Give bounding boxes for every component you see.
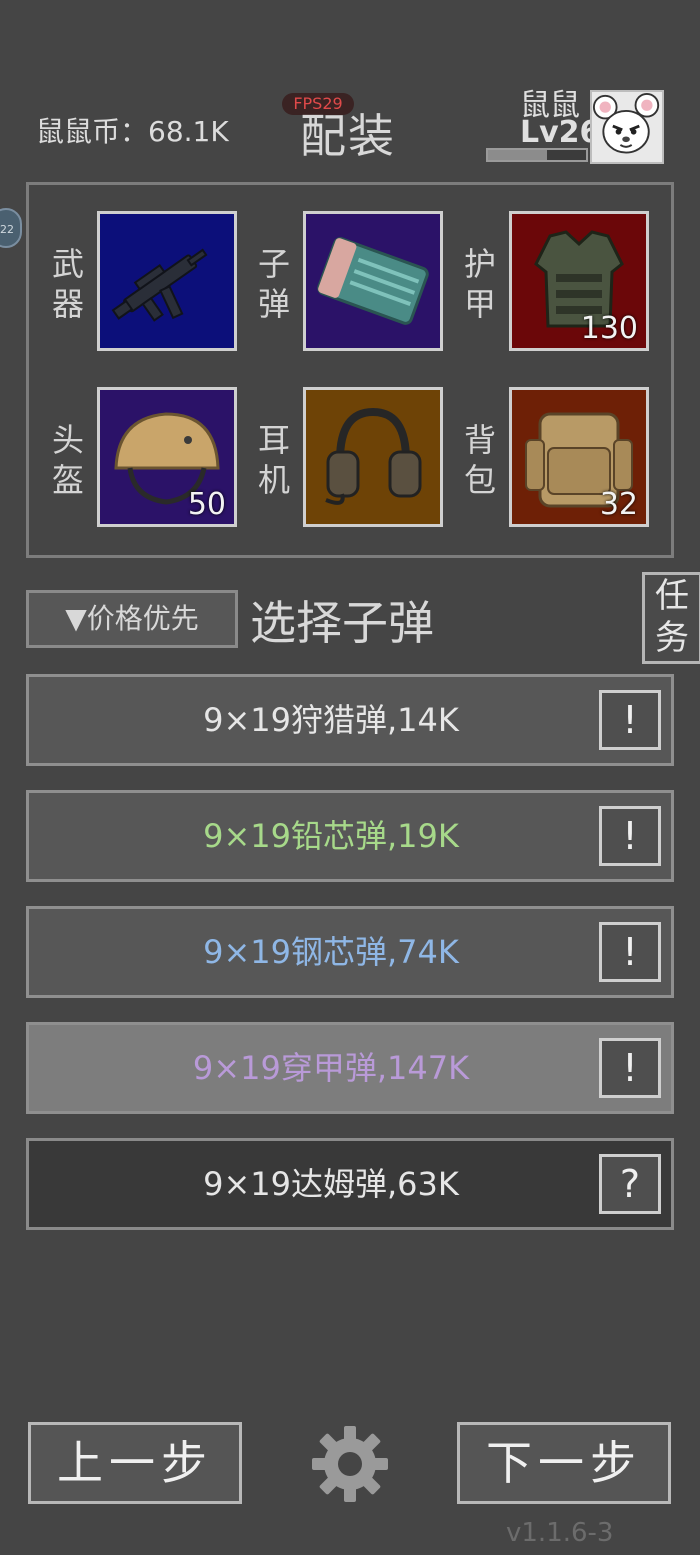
helmet-label: 头盔 [51, 421, 84, 499]
ammo-name: 9×19钢芯弹,74K [203, 933, 459, 971]
smg-icon [100, 214, 234, 348]
backpack-label: 背包 [463, 421, 496, 499]
headset-label: 耳机 [257, 421, 290, 499]
ammo-row[interactable]: 9×19铅芯弹,19K ! [26, 790, 674, 882]
ammo-info-button[interactable]: ! [599, 922, 661, 982]
ammo-label: 子弹 [257, 245, 290, 323]
ammo-info-button[interactable]: ! [599, 1038, 661, 1098]
xp-bar-fill [488, 150, 547, 160]
ammo-row[interactable]: 9×19达姆弹,63K ? [26, 1138, 674, 1230]
ammo-name: 9×19达姆弹,63K [203, 1165, 459, 1203]
ammo-name: 9×19狩猎弹,14K [203, 701, 459, 739]
task-button[interactable]: 任务 [642, 572, 700, 664]
backpack-count: 32 [599, 487, 638, 522]
sort-price-button[interactable]: ▼价格优先 [26, 590, 238, 648]
ammo-name: 9×19铅芯弹,19K [203, 817, 459, 855]
side-badge[interactable]: 22 [0, 208, 22, 248]
backpack-slot[interactable]: 32 [509, 387, 649, 527]
page-title: 配装 [300, 109, 396, 163]
ammo-info-button[interactable]: ! [599, 806, 661, 866]
ammo-slot[interactable] [303, 211, 443, 351]
player-avatar[interactable] [590, 90, 664, 164]
armor-slot[interactable]: 130 [509, 211, 649, 351]
armor-label: 护甲 [463, 245, 496, 323]
ammo-row[interactable]: 9×19钢芯弹,74K ! [26, 906, 674, 998]
next-step-button[interactable]: 下一步 [457, 1422, 671, 1504]
ammo-box-icon [306, 214, 440, 348]
helmet-slot[interactable]: 50 [97, 387, 237, 527]
mouse-avatar-icon [592, 92, 660, 154]
select-ammo-title: 选择子弹 [250, 596, 434, 650]
headset-icon [306, 390, 440, 524]
helmet-count: 50 [187, 487, 226, 522]
ammo-row-selected[interactable]: 9×19穿甲弹,147K ! [26, 1022, 674, 1114]
weapon-label: 武器 [51, 245, 84, 323]
xp-bar [486, 148, 588, 162]
version-label: v1.1.6-3 [506, 1518, 614, 1548]
coin-balance: 鼠鼠币：68.1K [36, 115, 229, 148]
prev-step-button[interactable]: 上一步 [28, 1422, 242, 1504]
player-level: Lv26 [520, 115, 601, 150]
headset-slot[interactable] [303, 387, 443, 527]
settings-gear-icon[interactable] [308, 1422, 392, 1506]
armor-count: 130 [580, 311, 638, 346]
ammo-row[interactable]: 9×19狩猎弹,14K ! [26, 674, 674, 766]
ammo-info-button[interactable]: ! [599, 690, 661, 750]
weapon-slot[interactable] [97, 211, 237, 351]
ammo-help-button[interactable]: ? [599, 1154, 661, 1214]
ammo-name: 9×19穿甲弹,147K [192, 1049, 470, 1087]
